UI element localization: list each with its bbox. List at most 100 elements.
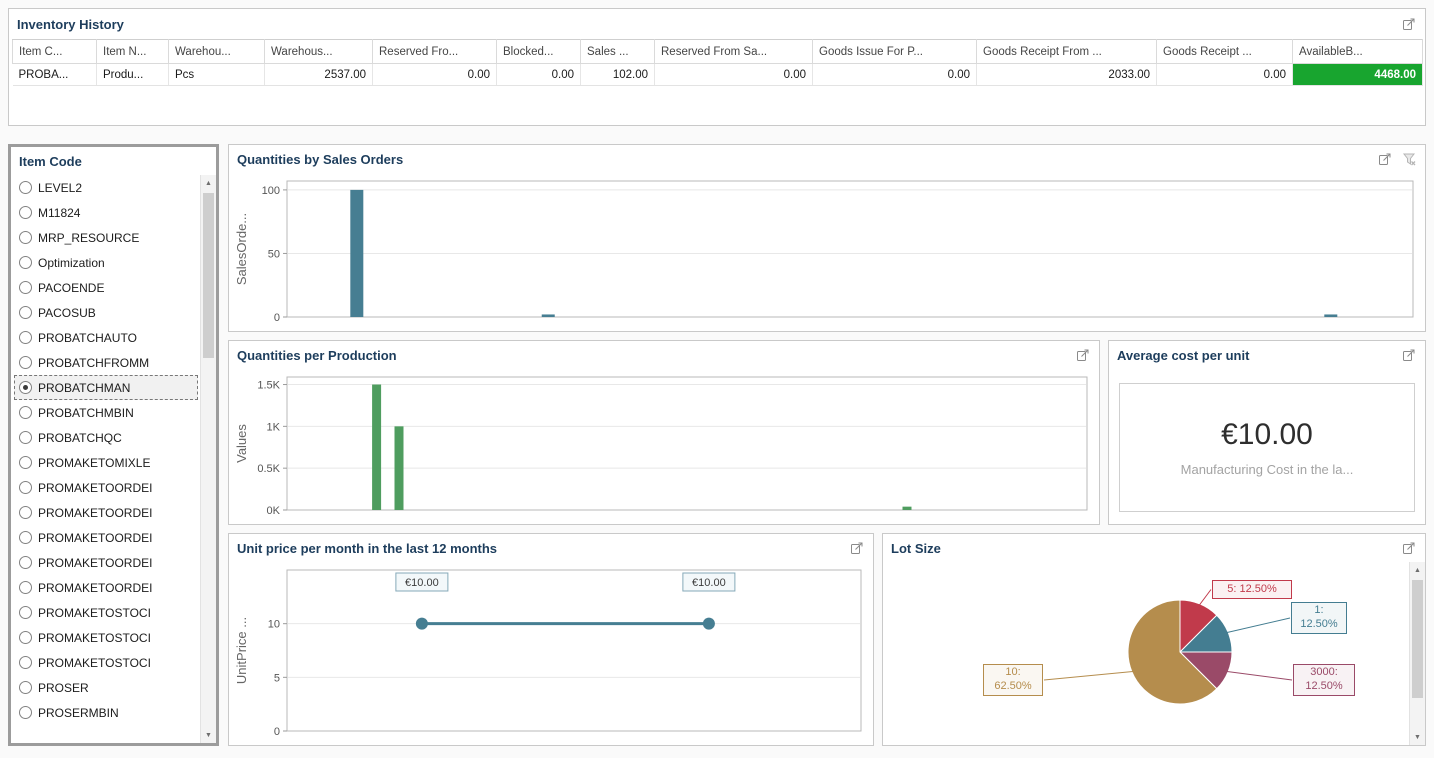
item-code-label: PROBATCHQC	[38, 431, 122, 445]
export-icon[interactable]	[1401, 347, 1417, 363]
item-code-label: PROMAKETOORDEI	[38, 531, 152, 545]
item-code-label: LEVEL2	[38, 181, 82, 195]
item-code-option[interactable]: PROMAKETOSTOCI	[14, 625, 198, 650]
average-cost-title: Average cost per unit	[1117, 348, 1393, 363]
column-header[interactable]: AvailableB...	[1293, 40, 1423, 64]
svg-text:10: 10	[268, 619, 280, 631]
item-code-option[interactable]: PROMAKETOORDEI	[14, 575, 198, 600]
svg-text:€10.00: €10.00	[692, 577, 726, 589]
export-icon[interactable]	[1401, 540, 1417, 556]
item-code-option[interactable]: PROBATCHFROMM	[14, 350, 198, 375]
scroll-down-icon[interactable]: ▼	[201, 727, 216, 743]
item-code-option[interactable]: PROMAKETOORDEI	[14, 525, 198, 550]
scroll-up-icon[interactable]: ▲	[201, 175, 216, 191]
svg-text:1.5K: 1.5K	[257, 380, 280, 392]
export-icon[interactable]	[849, 540, 865, 556]
lot-size-panel: Lot Size 5: 12.50%1:12.50%3000:12.50%10:…	[882, 533, 1426, 746]
radio-icon	[19, 231, 32, 244]
average-cost-panel: Average cost per unit €10.00 Manufacturi…	[1108, 340, 1426, 525]
column-header[interactable]: Reserved From Sa...	[655, 40, 813, 64]
lot-size-scrollbar[interactable]: ▲ ▼	[1409, 562, 1425, 745]
export-icon[interactable]	[1401, 16, 1417, 32]
lot-size-chart: 5: 12.50%1:12.50%3000:12.50%10:62.50%	[885, 562, 1408, 743]
item-code-option[interactable]: PROMAKETOSTOCI	[14, 600, 198, 625]
item-code-label: PACOENDE	[38, 281, 104, 295]
radio-icon	[19, 556, 32, 569]
item-code-option[interactable]: Optimization	[14, 250, 198, 275]
item-code-label: PROSERMBIN	[38, 706, 119, 720]
item-code-scrollbar[interactable]: ▲ ▼	[200, 175, 216, 743]
radio-icon	[19, 506, 32, 519]
scroll-down-icon[interactable]: ▼	[1410, 729, 1425, 745]
average-cost-value: €10.00	[1221, 418, 1313, 452]
column-header[interactable]: Sales ...	[581, 40, 655, 64]
pie-slice-label: 10:62.50%	[983, 664, 1043, 696]
export-icon[interactable]	[1377, 151, 1393, 167]
item-code-option[interactable]: PACOSUB	[14, 300, 198, 325]
item-code-option[interactable]: PROBATCHMBIN	[14, 400, 198, 425]
unit-price-panel: Unit price per month in the last 12 mont…	[228, 533, 874, 746]
item-code-option[interactable]: PROMAKETOORDEI	[14, 550, 198, 575]
item-code-title: Item Code	[19, 154, 208, 169]
column-header[interactable]: Item N...	[97, 40, 169, 64]
pie-slice-label: 1:12.50%	[1291, 602, 1347, 634]
inventory-history-panel: Inventory History Item C...Item N...Ware…	[8, 8, 1426, 126]
item-code-option[interactable]: MRP_RESOURCE	[14, 225, 198, 250]
radio-icon	[19, 531, 32, 544]
item-code-option[interactable]: PROMAKETOMIXLE	[14, 450, 198, 475]
scroll-up-icon[interactable]: ▲	[1410, 562, 1425, 578]
scrollbar-thumb[interactable]	[1412, 580, 1423, 698]
scrollbar-thumb[interactable]	[203, 193, 214, 358]
item-code-option[interactable]: PROBATCHAUTO	[14, 325, 198, 350]
radio-icon	[19, 256, 32, 269]
item-code-label: PROMAKETOORDEI	[38, 556, 152, 570]
column-header[interactable]: Goods Issue For P...	[813, 40, 977, 64]
item-code-label: PROMAKETOSTOCI	[38, 606, 151, 620]
item-code-option[interactable]: PROBATCHMAN	[14, 375, 198, 400]
column-header[interactable]: Goods Receipt From ...	[977, 40, 1157, 64]
column-header[interactable]: Reserved Fro...	[373, 40, 497, 64]
radio-icon	[19, 306, 32, 319]
export-icon[interactable]	[1075, 347, 1091, 363]
scrollbar-track[interactable]	[1410, 578, 1425, 729]
column-header[interactable]: Blocked...	[497, 40, 581, 64]
item-code-option[interactable]: LEVEL2	[14, 175, 198, 200]
item-code-option[interactable]: PACOENDE	[14, 275, 198, 300]
radio-icon	[19, 356, 32, 369]
pie-slice-label: 3000:12.50%	[1293, 664, 1355, 696]
radio-selected-icon	[19, 381, 32, 394]
item-code-label: PROBATCHMAN	[38, 381, 130, 395]
radio-icon	[19, 456, 32, 469]
lot-size-title: Lot Size	[891, 541, 1393, 556]
svg-text:0: 0	[274, 312, 280, 324]
item-code-option[interactable]: PROBATCHQC	[14, 425, 198, 450]
unit-price-header: Unit price per month in the last 12 mont…	[229, 534, 873, 562]
radio-icon	[19, 681, 32, 694]
column-header[interactable]: Warehous...	[265, 40, 373, 64]
average-cost-card: €10.00 Manufacturing Cost in the la...	[1119, 383, 1415, 512]
inventory-history-header: Inventory History	[9, 9, 1425, 39]
unit-price-title: Unit price per month in the last 12 mont…	[237, 541, 841, 556]
radio-icon	[19, 706, 32, 719]
item-code-option[interactable]: PROSERMBIN	[14, 700, 198, 725]
item-code-option[interactable]: M11824	[14, 200, 198, 225]
radio-icon	[19, 331, 32, 344]
table-row[interactable]: PROBA...Produ...Pcs2537.000.000.00102.00…	[13, 64, 1423, 86]
item-code-option[interactable]: PROMAKETOORDEI	[14, 475, 198, 500]
column-header[interactable]: Item C...	[13, 40, 97, 64]
item-code-option[interactable]: PROMAKETOSTOCI	[14, 650, 198, 675]
clear-filter-icon[interactable]	[1401, 151, 1417, 167]
item-code-option[interactable]: PROMAKETOORDEI	[14, 500, 198, 525]
scrollbar-track[interactable]	[201, 191, 216, 727]
cell: 0.00	[373, 64, 497, 86]
svg-text:100: 100	[262, 185, 280, 197]
cell: 2537.00	[265, 64, 373, 86]
radio-icon	[19, 431, 32, 444]
cell: Produ...	[97, 64, 169, 86]
item-code-label: PACOSUB	[38, 306, 96, 320]
column-header[interactable]: Warehou...	[169, 40, 265, 64]
column-header[interactable]: Goods Receipt ...	[1157, 40, 1293, 64]
radio-icon	[19, 606, 32, 619]
radio-icon	[19, 581, 32, 594]
item-code-option[interactable]: PROSER	[14, 675, 198, 700]
